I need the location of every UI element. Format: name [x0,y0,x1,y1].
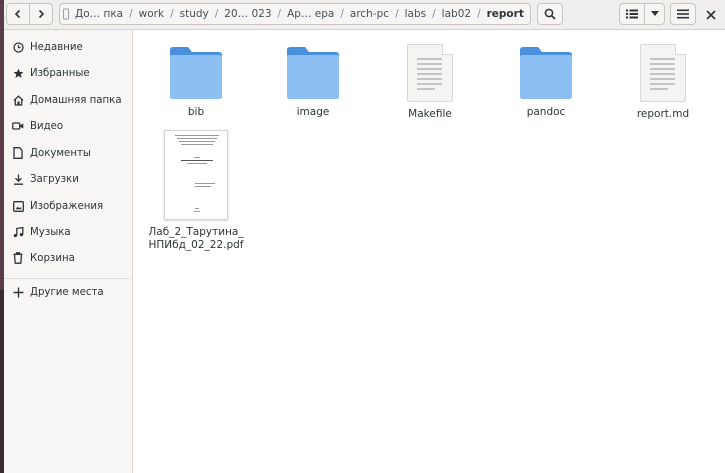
file-name: Makefile [408,108,452,120]
back-button[interactable] [6,3,30,25]
text-file-icon [640,44,686,102]
file-item-pandoc[interactable]: pandoc [491,44,601,119]
breadcrumb-item[interactable]: arch-pc [344,8,395,20]
sidebar-item-documents[interactable]: Документы [4,140,133,166]
home-icon [12,94,24,106]
sidebar-item-home[interactable]: Домашняя папка [4,87,133,113]
folder-icon [287,47,339,99]
sidebar-item-label: Музыка [30,226,71,238]
sidebar-item-starred[interactable]: Избранные [4,60,133,86]
view-options-button[interactable] [644,3,665,25]
close-window-button[interactable] [705,9,717,21]
image-icon [12,200,24,212]
path-menu-button[interactable] [529,4,530,24]
breadcrumb-item[interactable]: 20… 023 [218,8,277,20]
sidebar-item-label: Видео [30,120,64,132]
search-button[interactable] [537,3,563,25]
search-icon [544,8,556,20]
sidebar-item-label: Изображения [30,200,104,212]
sidebar-item-trash[interactable]: Корзина [4,245,133,271]
breadcrumb-item[interactable]: study [174,8,215,20]
file-item-report-md[interactable]: report.md [608,44,718,121]
breadcrumb-item[interactable]: До… пка [69,8,129,20]
sidebar-item-videos[interactable]: Видео [4,113,133,139]
breadcrumb-item[interactable]: labs [399,8,433,20]
path-bar: До… пка / work / study / 20… 023 / Ар… е… [59,3,531,25]
sidebar-item-music[interactable]: Музыка [4,219,133,245]
sidebar-item-label: Домашняя папка [30,94,122,106]
file-item-image[interactable]: image [258,44,368,119]
header-bar: До… пка / work / study / 20… 023 / Ар… е… [4,0,725,30]
folder-icon [520,47,572,99]
folder-icon [170,47,222,99]
hamburger-icon [677,9,689,19]
file-name: report.md [636,108,690,120]
file-item-bib[interactable]: bib [141,44,251,119]
file-name: НПИбд_02_22.pdf [148,239,244,251]
chevron-left-icon [14,9,21,19]
sidebar-item-label: Другие места [30,286,104,298]
close-icon [706,10,716,20]
file-view: bib image Makefile pandoc report.md Лаб_… [134,30,725,473]
sidebar-item-label: Документы [30,147,91,159]
trash-icon [12,252,24,264]
breadcrumb-item[interactable]: Ар… ера [281,8,340,20]
sidebar: Недавние Избранные Домашняя папка Видео … [4,30,133,473]
download-icon [12,173,24,185]
plus-icon [12,286,24,298]
star-icon [12,67,24,79]
sidebar-item-recent[interactable]: Недавние [4,34,133,60]
view-mode-button[interactable] [619,3,645,25]
sidebar-item-label: Избранные [30,67,90,79]
file-item-makefile[interactable]: Makefile [375,44,485,121]
list-view-icon [626,9,638,19]
breadcrumb-item[interactable]: work [133,8,170,20]
main-menu-button[interactable] [670,3,696,25]
file-item-pdf[interactable]: Лаб_2_Тарутина_ НПИбд_02_22.pdf [141,130,251,252]
camera-icon [12,120,24,132]
file-name: pandoc [526,106,566,118]
sidebar-item-pictures[interactable]: Изображения [4,193,133,219]
sidebar-item-other-places[interactable]: Другие места [4,279,133,305]
sidebar-item-label: Недавние [30,41,83,53]
clock-icon [12,41,24,53]
file-name: bib [187,106,205,118]
sidebar-item-label: Загрузки [30,173,79,185]
breadcrumb-current[interactable]: report [481,8,530,20]
file-name: image [296,106,330,118]
document-icon [12,147,24,159]
file-name: Лаб_2_Тарутина_ [148,226,244,238]
chevron-right-icon [38,9,45,19]
sidebar-item-label: Корзина [30,252,75,264]
caret-down-icon [650,11,659,16]
music-icon [12,226,24,238]
pdf-thumbnail [164,130,228,220]
sidebar-item-downloads[interactable]: Загрузки [4,166,133,192]
text-file-icon [407,44,453,102]
forward-button[interactable] [29,3,53,25]
breadcrumb-item[interactable]: lab02 [436,8,477,20]
